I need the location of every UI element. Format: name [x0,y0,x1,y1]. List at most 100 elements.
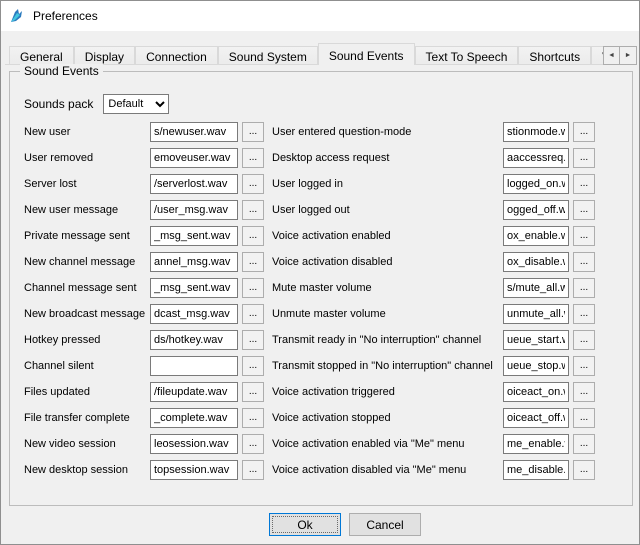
sound-file-input[interactable] [150,460,238,480]
browse-button[interactable]: ... [573,460,595,480]
browse-button[interactable]: ... [242,122,264,142]
sound-event-row: Transmit ready in "No interruption" chan… [272,330,595,350]
browse-button[interactable]: ... [573,408,595,428]
browse-button[interactable]: ... [573,174,595,194]
browse-button[interactable]: ... [573,148,595,168]
browse-button[interactable]: ... [242,408,264,428]
sound-file-input[interactable] [503,226,569,246]
tab-scroll-right-button[interactable]: ► [620,46,637,65]
tab-connection[interactable]: Connection [135,46,218,65]
sound-file-input[interactable] [503,382,569,402]
browse-button[interactable]: ... [573,434,595,454]
browse-button[interactable]: ... [573,382,595,402]
sound-file-input[interactable] [503,122,569,142]
sound-file-input[interactable] [503,356,569,376]
sound-event-row: Voice activation enabled ... [272,226,595,246]
event-label: File transfer complete [24,412,146,424]
browse-button[interactable]: ... [573,122,595,142]
sound-file-input[interactable] [150,226,238,246]
event-label: Voice activation disabled [272,256,499,268]
sound-event-row: Mute master volume ... [272,278,595,298]
browse-button[interactable]: ... [573,304,595,324]
cancel-button[interactable]: Cancel [349,513,421,536]
event-label: Private message sent [24,230,146,242]
browse-button[interactable]: ... [242,382,264,402]
tab-display[interactable]: Display [74,46,135,65]
groupbox-title: Sound Events [20,64,103,78]
browse-button[interactable]: ... [242,434,264,454]
sound-event-row: User logged out ... [272,200,595,220]
sound-file-input[interactable] [503,460,569,480]
sound-event-row: New broadcast message ... [24,304,264,324]
browse-button[interactable]: ... [242,148,264,168]
sound-event-row: New desktop session ... [24,460,264,480]
browse-button[interactable]: ... [573,330,595,350]
event-label: Hotkey pressed [24,334,146,346]
event-label: Server lost [24,178,146,190]
browse-button[interactable]: ... [573,356,595,376]
sound-event-row: Voice activation disabled via "Me" menu … [272,460,595,480]
sound-event-row: User logged in ... [272,174,595,194]
sound-file-input[interactable] [150,356,238,376]
sound-file-input[interactable] [503,252,569,272]
sound-file-input[interactable] [150,304,238,324]
event-label: New user [24,126,146,138]
sound-file-input[interactable] [150,382,238,402]
sound-file-input[interactable] [503,200,569,220]
browse-button[interactable]: ... [242,304,264,324]
browse-button[interactable]: ... [242,200,264,220]
browse-button[interactable]: ... [573,252,595,272]
events-column-right: User entered question-mode ... Desktop a… [272,122,595,486]
sound-file-input[interactable] [150,434,238,454]
sound-file-input[interactable] [150,252,238,272]
browse-button[interactable]: ... [242,356,264,376]
sound-events-groupbox: Sound Events Sounds pack Default New use… [9,71,633,506]
app-icon [9,8,25,24]
event-label: Channel message sent [24,282,146,294]
browse-button[interactable]: ... [573,226,595,246]
sound-file-input[interactable] [150,278,238,298]
sound-file-input[interactable] [150,122,238,142]
sound-file-input[interactable] [503,278,569,298]
event-label: Mute master volume [272,282,499,294]
sound-file-input[interactable] [150,174,238,194]
event-label: User removed [24,152,146,164]
browse-button[interactable]: ... [242,330,264,350]
sound-file-input[interactable] [503,304,569,324]
tab-scroll-left-button[interactable]: ◄ [603,46,620,65]
event-label: Transmit ready in "No interruption" chan… [272,334,499,346]
sound-file-input[interactable] [503,408,569,428]
sound-event-row: User removed ... [24,148,264,168]
ok-button[interactable]: Ok [269,513,341,536]
browse-button[interactable]: ... [242,174,264,194]
event-label: User logged out [272,204,499,216]
tab-general[interactable]: General [9,46,74,65]
browse-button[interactable]: ... [242,278,264,298]
events-column-left: New user ... User removed ... Server los… [24,122,264,486]
sound-file-input[interactable] [150,408,238,428]
sound-file-input[interactable] [150,330,238,350]
sound-event-row: Voice activation triggered ... [272,382,595,402]
tab-sound-system[interactable]: Sound System [218,46,318,65]
sound-file-input[interactable] [503,434,569,454]
tab-shortcuts[interactable]: Shortcuts [518,46,591,65]
sound-file-input[interactable] [150,200,238,220]
sound-file-input[interactable] [503,148,569,168]
browse-button[interactable]: ... [242,252,264,272]
sound-file-input[interactable] [503,330,569,350]
sound-event-row: Desktop access request ... [272,148,595,168]
sound-event-row: Hotkey pressed ... [24,330,264,350]
event-label: Voice activation disabled via "Me" menu [272,464,499,476]
sound-file-input[interactable] [503,174,569,194]
sound-file-input[interactable] [150,148,238,168]
tab-sound-events[interactable]: Sound Events [318,43,415,65]
tab-text-to-speech[interactable]: Text To Speech [415,46,519,65]
sounds-pack-select[interactable]: Default [103,94,169,114]
browse-button[interactable]: ... [573,278,595,298]
event-label: Voice activation stopped [272,412,499,424]
preferences-window: Preferences GeneralDisplayConnectionSoun… [0,0,640,545]
browse-button[interactable]: ... [242,460,264,480]
browse-button[interactable]: ... [242,226,264,246]
sound-event-row: Voice activation disabled ... [272,252,595,272]
browse-button[interactable]: ... [573,200,595,220]
